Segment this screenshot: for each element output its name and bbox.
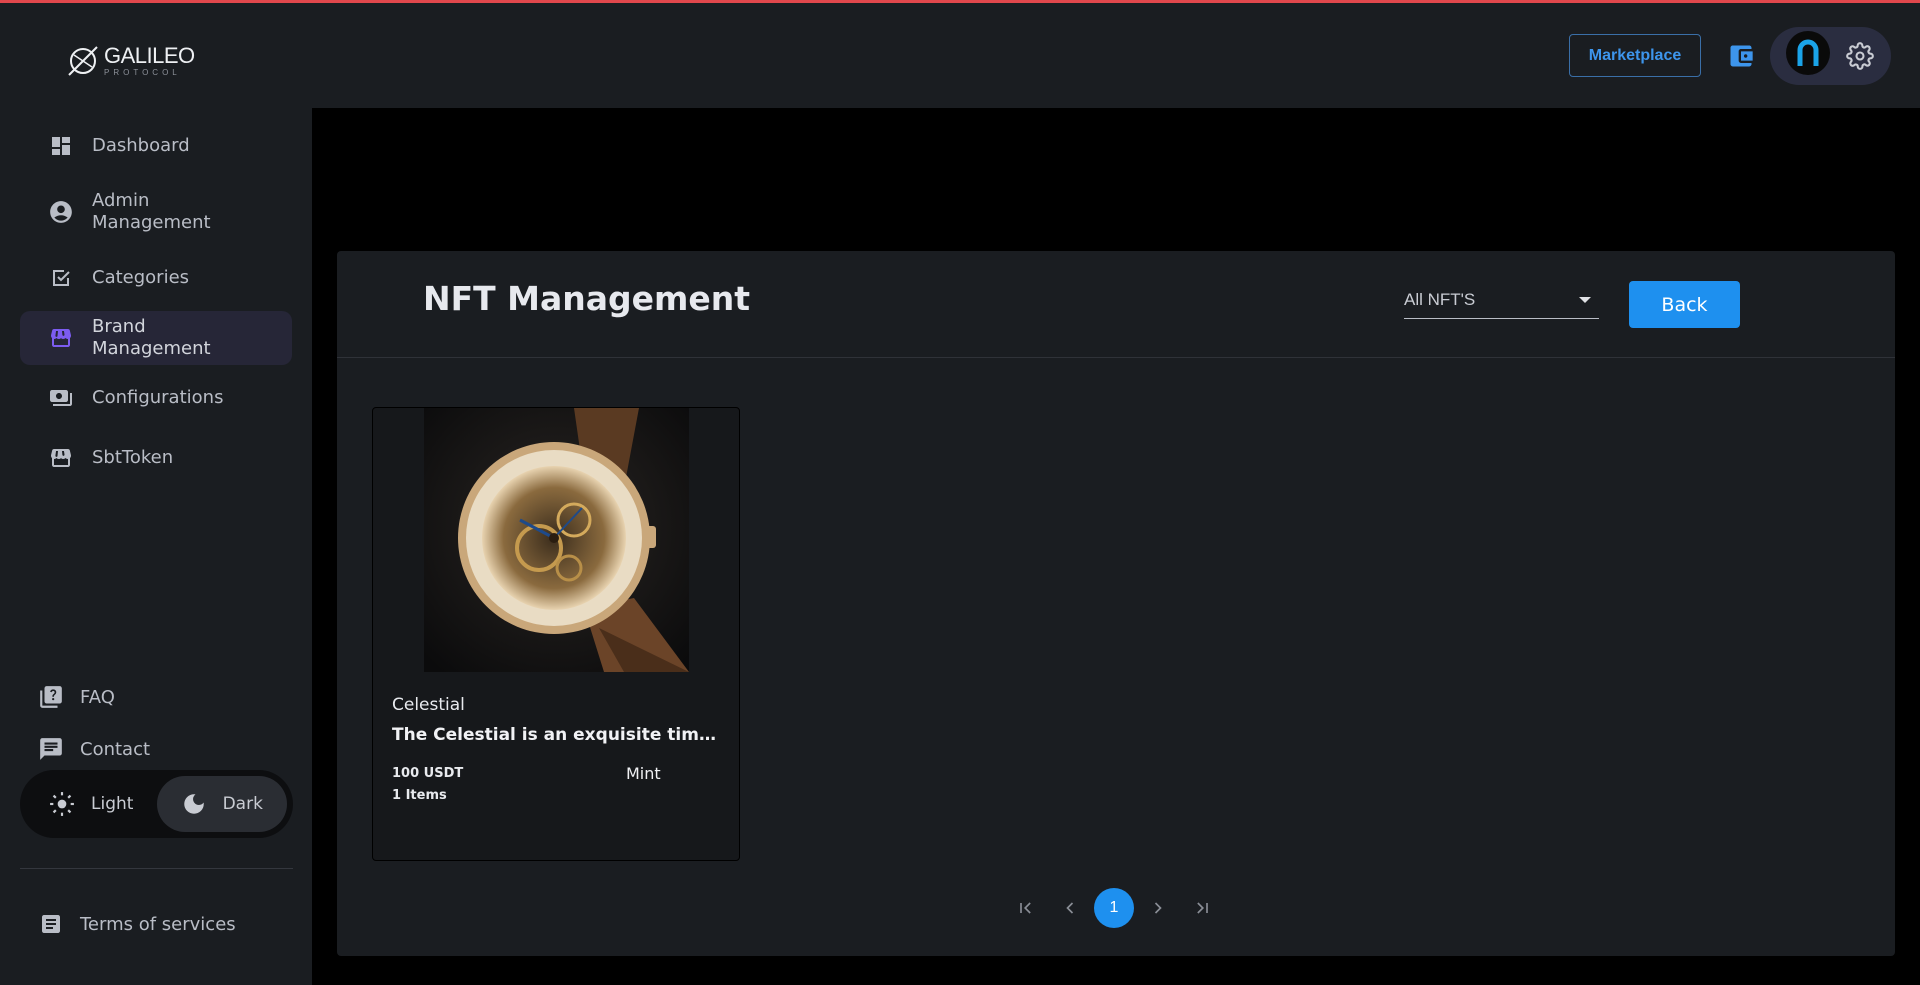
sidebar-item-label: Admin Management — [92, 190, 211, 233]
gear-icon[interactable] — [1846, 42, 1874, 70]
sidebar-item-dashboard[interactable]: Dashboard — [20, 119, 292, 173]
logo[interactable]: GALILEO PROTOCOL — [66, 39, 195, 83]
chevron-down-icon — [1579, 296, 1591, 303]
sidebar-item-label: Categories — [92, 267, 190, 288]
chevron-right-icon — [1154, 902, 1162, 914]
nft-items-count: 1 Items — [392, 788, 447, 803]
user-avatar-icon — [1797, 39, 1819, 66]
brand-name: GALILEO — [104, 43, 195, 68]
galileo-logo-icon — [68, 46, 98, 76]
dark-label: Dark — [222, 794, 263, 814]
sidebar-item-label: Configurations — [92, 387, 224, 408]
avatar[interactable] — [1786, 31, 1830, 75]
dark-theme-option[interactable]: Dark — [156, 776, 287, 832]
terms-label: Terms of services — [80, 913, 236, 935]
wallet-icon[interactable] — [1727, 42, 1755, 70]
quiz-icon — [38, 684, 64, 710]
panel-divider — [337, 357, 1895, 358]
dashboard-icon — [48, 133, 74, 159]
sidebar-bottom-links: FAQ Contact — [38, 671, 288, 775]
sidebar-divider — [20, 868, 293, 869]
store-icon — [48, 325, 74, 351]
light-theme-option[interactable]: Light — [26, 776, 157, 832]
sidebar-item-configurations[interactable]: Configurations — [20, 371, 292, 425]
moon-icon — [183, 794, 204, 814]
light-label: Light — [91, 794, 134, 814]
nft-filter-select[interactable]: All NFT'S — [1404, 281, 1599, 319]
contact-label: Contact — [80, 738, 151, 760]
sidebar-item-brand-management[interactable]: Brand Management — [20, 311, 292, 365]
nft-status: Mint — [626, 764, 661, 783]
sidebar-item-label: Dashboard — [92, 135, 190, 156]
sidebar-item-admin-management[interactable]: Admin Management — [20, 179, 292, 245]
sidebar-item-sbttoken[interactable]: SbtToken — [20, 431, 292, 485]
contact-link[interactable]: Contact — [38, 723, 288, 775]
sidebar: GALILEO PROTOCOL Dashboard Admin Managem… — [0, 3, 312, 985]
last-page-button[interactable] — [1182, 888, 1222, 928]
store-icon — [48, 445, 74, 471]
faq-link[interactable]: FAQ — [38, 671, 288, 723]
chat-icon — [38, 736, 64, 762]
marketplace-button[interactable]: Marketplace — [1569, 34, 1701, 77]
back-button[interactable]: Back — [1629, 281, 1740, 328]
previous-page-button[interactable] — [1050, 888, 1090, 928]
nft-management-panel: NFT Management All NFT'S Back Celestial … — [337, 251, 1895, 956]
last-page-icon — [1197, 902, 1208, 914]
sidebar-item-label: Brand Management — [92, 316, 211, 359]
checkbox-icon — [48, 265, 74, 291]
payments-icon — [48, 385, 74, 411]
nft-name: Celestial — [392, 695, 465, 715]
first-page-button[interactable] — [1006, 888, 1046, 928]
sidebar-item-label: SbtToken — [92, 447, 174, 468]
sidebar-nav: Dashboard Admin Management Categories Br… — [20, 119, 292, 491]
nft-filter-value: All NFT'S — [1404, 289, 1476, 309]
page-button[interactable]: 1 — [1094, 888, 1134, 928]
brand-subtitle: PROTOCOL — [104, 68, 181, 77]
nft-card[interactable]: Celestial The Celestial is an exquisite … — [372, 407, 740, 861]
nft-description: The Celestial is an exquisite timepiece … — [392, 725, 727, 745]
pagination: 1 — [1006, 888, 1226, 928]
article-icon — [38, 911, 64, 937]
faq-label: FAQ — [80, 686, 115, 708]
nft-price: 100 USDT — [392, 766, 464, 781]
terms-link[interactable]: Terms of services — [38, 898, 236, 950]
first-page-icon — [1020, 902, 1031, 914]
sun-icon — [50, 792, 74, 816]
next-page-button[interactable] — [1138, 888, 1178, 928]
nft-image — [424, 408, 689, 672]
account-circle-icon — [48, 199, 74, 225]
theme-toggle: Light Dark — [20, 770, 293, 838]
sidebar-item-categories[interactable]: Categories — [20, 251, 292, 305]
page-title: NFT Management — [423, 279, 751, 318]
chevron-left-icon — [1066, 902, 1074, 914]
